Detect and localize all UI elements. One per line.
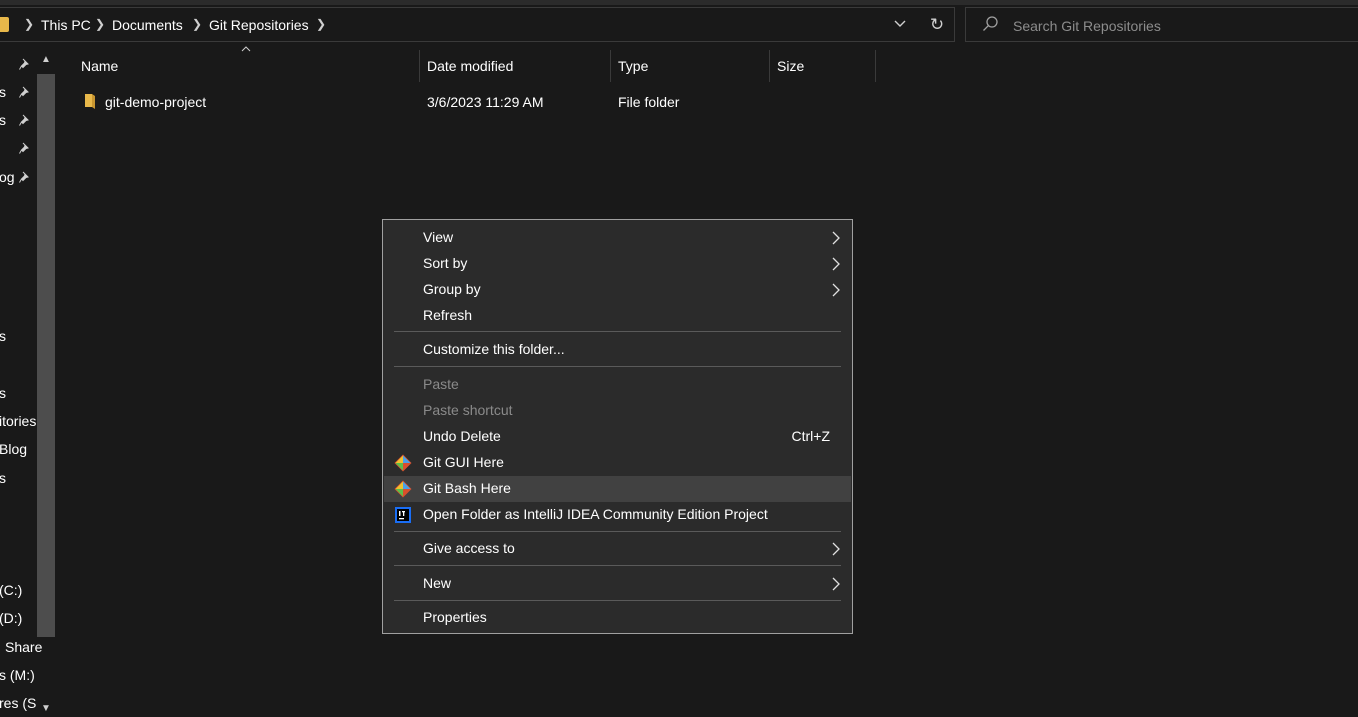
menu-item-git-gui-here[interactable]: Git GUI Here xyxy=(384,450,851,476)
search-input[interactable]: Search Git Repositories xyxy=(1013,18,1161,34)
pin-icon xyxy=(19,171,29,183)
menu-separator xyxy=(394,600,841,601)
column-divider[interactable] xyxy=(419,50,420,82)
menu-item-sort-by[interactable]: Sort by xyxy=(384,251,851,277)
menu-item-label: Group by xyxy=(423,281,481,297)
menu-item-label: Refresh xyxy=(423,307,473,323)
nav-item[interactable]: s xyxy=(0,328,6,344)
context-menu: View Sort by Group by Refresh Customize … xyxy=(382,219,853,634)
menu-item-refresh[interactable]: Refresh xyxy=(384,303,851,329)
breadcrumb-chevron-icon[interactable]: ❯ xyxy=(24,17,34,31)
menu-item-paste: Paste xyxy=(384,372,851,398)
menu-item-customize-folder[interactable]: Customize this folder... xyxy=(384,337,851,363)
menu-item-properties[interactable]: Properties xyxy=(384,605,851,631)
column-header-date-modified[interactable]: Date modified xyxy=(427,58,513,74)
menu-item-label: New xyxy=(423,575,452,591)
menu-item-shortcut: Ctrl+Z xyxy=(791,428,831,444)
menu-item-git-bash-here[interactable]: Git Bash Here xyxy=(384,476,851,502)
column-divider[interactable] xyxy=(769,50,770,82)
menu-separator xyxy=(394,366,841,367)
chevron-right-icon xyxy=(832,257,840,271)
file-date: 3/6/2023 11:29 AM xyxy=(427,94,544,110)
chevron-right-icon xyxy=(832,283,840,297)
chevron-right-icon xyxy=(832,542,840,556)
nav-item[interactable]: Share xyxy=(5,639,42,655)
scroll-up-icon[interactable]: ▲ xyxy=(39,53,53,67)
search-box[interactable]: Search Git Repositories xyxy=(965,7,1358,42)
column-divider[interactable] xyxy=(875,50,876,82)
search-icon xyxy=(983,16,998,31)
menu-item-label: Git Bash Here xyxy=(423,480,511,496)
menu-item-give-access[interactable]: Give access to xyxy=(384,536,851,562)
menu-item-label: Paste xyxy=(423,376,459,392)
column-divider[interactable] xyxy=(610,50,611,82)
menu-separator xyxy=(394,565,841,566)
menu-item-label: Give access to xyxy=(423,540,515,556)
column-header-type[interactable]: Type xyxy=(618,58,648,74)
chevron-down-icon[interactable] xyxy=(890,16,910,34)
breadcrumb-documents[interactable]: Documents xyxy=(112,17,183,33)
nav-item-drive-s[interactable]: res (S: xyxy=(0,695,36,711)
nav-item-drive-m[interactable]: s (M:) xyxy=(0,667,35,683)
nav-item[interactable]: s xyxy=(0,112,6,128)
menu-item-open-intellij[interactable]: Open Folder as IntelliJ IDEA Community E… xyxy=(384,502,851,528)
nav-item[interactable]: s xyxy=(0,470,6,486)
breadcrumb-chevron-icon[interactable]: ❯ xyxy=(316,17,326,31)
nav-item[interactable]: og xyxy=(0,169,15,185)
menu-separator xyxy=(394,531,841,532)
breadcrumb-git-repositories[interactable]: Git Repositories xyxy=(209,17,309,33)
address-bar[interactable]: ❯ This PC ❯ Documents ❯ Git Repositories… xyxy=(0,7,955,42)
nav-item[interactable]: s xyxy=(0,385,6,401)
chevron-right-icon xyxy=(832,577,840,591)
pin-icon xyxy=(19,86,29,98)
menu-item-paste-shortcut: Paste shortcut xyxy=(384,398,851,424)
git-icon xyxy=(394,454,412,472)
menu-item-label: Paste shortcut xyxy=(423,402,513,418)
nav-item-drive-d[interactable]: (D:) xyxy=(0,610,22,626)
column-header-size[interactable]: Size xyxy=(777,58,804,74)
menu-item-label: View xyxy=(423,229,454,245)
breadcrumb-this-pc[interactable]: This PC xyxy=(41,17,91,33)
menu-item-label: Undo Delete xyxy=(423,428,501,444)
menu-item-new[interactable]: New xyxy=(384,571,851,597)
nav-item[interactable]: s xyxy=(0,84,6,100)
scroll-down-icon[interactable]: ▼ xyxy=(39,702,53,716)
nav-scrollbar-thumb[interactable] xyxy=(37,74,55,637)
intellij-icon xyxy=(395,507,411,523)
menu-item-label: Sort by xyxy=(423,255,468,271)
menu-item-group-by[interactable]: Group by xyxy=(384,277,851,303)
file-type: File folder xyxy=(618,94,680,110)
folder-icon xyxy=(0,17,9,32)
pin-icon xyxy=(19,58,29,70)
menu-item-label: Open Folder as IntelliJ IDEA Community E… xyxy=(423,506,768,522)
menu-item-undo-delete[interactable]: Undo Delete Ctrl+Z xyxy=(384,424,851,450)
menu-separator xyxy=(394,331,841,332)
breadcrumb-chevron-icon[interactable]: ❯ xyxy=(95,17,105,31)
menu-item-view[interactable]: View xyxy=(384,225,851,251)
nav-item-git-repositories[interactable]: sitories xyxy=(0,413,37,429)
menu-item-label: Properties xyxy=(423,609,487,625)
sort-ascending-icon xyxy=(241,46,251,52)
folder-icon xyxy=(85,94,95,109)
column-header-name[interactable]: Name xyxy=(81,58,118,74)
nav-item-drive-c[interactable]: (C:) xyxy=(0,582,22,598)
nav-item[interactable]: Blog xyxy=(0,441,27,457)
menu-item-label: Git GUI Here xyxy=(423,454,504,470)
window-top-strip xyxy=(0,0,1358,5)
refresh-icon[interactable]: ↻ xyxy=(927,15,947,35)
pin-icon xyxy=(19,142,29,154)
git-icon xyxy=(394,480,412,498)
pin-icon xyxy=(19,114,29,126)
breadcrumb-chevron-icon[interactable]: ❯ xyxy=(192,17,202,31)
menu-item-label: Customize this folder... xyxy=(423,341,565,357)
chevron-right-icon xyxy=(832,231,840,245)
file-name[interactable]: git-demo-project xyxy=(105,94,206,110)
